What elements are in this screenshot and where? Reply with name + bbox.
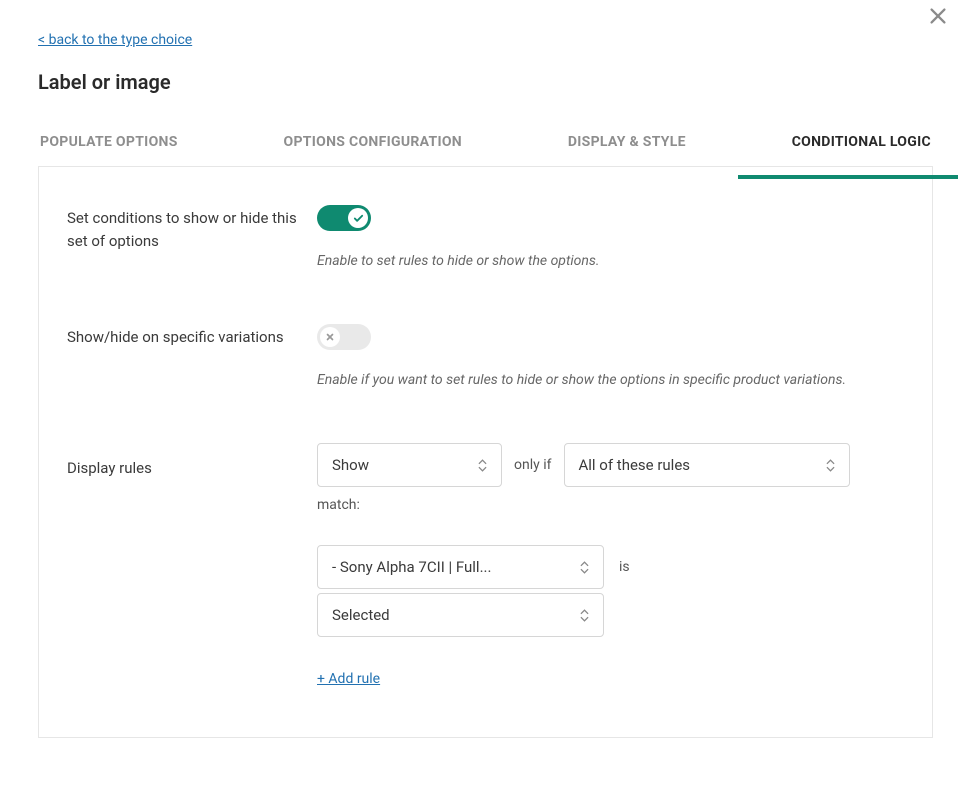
tab-populate-options[interactable]: POPULATE OPTIONS [38,124,180,166]
tab-options-configuration[interactable]: OPTIONS CONFIGURATION [282,124,464,166]
rule-scope-select[interactable]: All of these rules [564,443,850,487]
variations-row: Show/hide on specific variations Enable … [67,324,904,388]
rule-action-value: Show [332,456,369,474]
only-if-text: only if [514,457,552,473]
rule-state-select[interactable]: Selected [317,593,604,637]
conditions-label: Set conditions to show or hide this set … [67,205,297,269]
toggle-knob [320,327,340,347]
add-rule-link[interactable]: + Add rule [317,671,380,687]
close-icon [927,5,949,27]
tab-display-style[interactable]: DISPLAY & STYLE [566,124,688,166]
rule-subject-select[interactable]: - Sony Alpha 7CII | Full... [317,545,604,589]
tab-conditional-logic[interactable]: CONDITIONAL LOGIC [790,124,933,166]
toggle-knob [348,208,368,228]
check-icon [353,213,364,224]
stepper-icon [478,459,487,472]
close-button[interactable] [927,5,949,31]
rule-scope-value: All of these rules [579,456,691,474]
variations-toggle[interactable] [317,324,371,350]
tab-content: Set conditions to show or hide this set … [38,166,933,738]
rule-subject-value: - Sony Alpha 7CII | Full... [332,558,491,576]
conditions-hint: Enable to set rules to hide or show the … [317,253,904,269]
display-rules-row: Display rules Show only if All of these … [67,443,904,687]
x-icon [325,332,335,342]
back-link[interactable]: < back to the type choice [38,32,192,48]
panel-title: Label or image [38,70,971,94]
display-rules-label: Display rules [67,443,297,687]
tabs: POPULATE OPTIONS OPTIONS CONFIGURATION D… [0,124,971,166]
rule-condition: - Sony Alpha 7CII | Full... is Selected [317,545,904,637]
rule-action-select[interactable]: Show [317,443,502,487]
is-text: is [619,559,630,575]
conditions-row: Set conditions to show or hide this set … [67,205,904,269]
match-text: match: [317,497,904,513]
rule-state-value: Selected [332,606,390,624]
stepper-icon [580,561,589,574]
stepper-icon [826,459,835,472]
stepper-icon [580,609,589,622]
variations-label: Show/hide on specific variations [67,324,297,388]
active-tab-indicator [738,175,958,179]
variations-hint: Enable if you want to set rules to hide … [317,372,904,388]
conditions-toggle[interactable] [317,205,371,231]
rules-sentence-1: Show only if All of these rules [317,443,904,487]
